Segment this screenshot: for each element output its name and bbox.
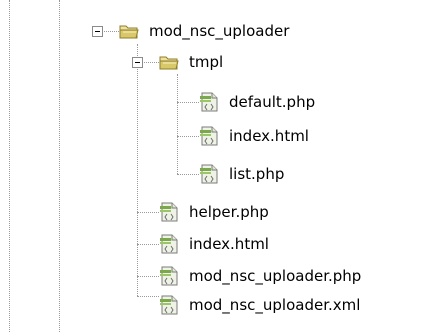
php-file-icon	[160, 295, 178, 315]
tree-node-file[interactable]: mod_nsc_uploader.xml	[158, 292, 360, 318]
tree-node-label: index.html	[189, 235, 269, 253]
php-file-icon	[160, 234, 178, 254]
tree-node-label: default.php	[229, 93, 316, 111]
tree-connector	[177, 102, 199, 103]
tree-connector	[137, 296, 159, 297]
tree-node-label: mod_nsc_uploader.xml	[189, 296, 361, 314]
tree-node-label: list.php	[229, 165, 285, 183]
tree-node-label: mod_nsc_uploader.php	[189, 267, 362, 285]
php-file-icon	[160, 266, 178, 286]
tree-connector	[177, 136, 199, 137]
tree-node-tmpl[interactable]: tmpl	[158, 49, 223, 75]
tree-connector	[137, 212, 159, 213]
tree-node-label: index.html	[229, 127, 309, 145]
php-file-icon	[200, 164, 218, 184]
tree-node-file[interactable]: default.php	[198, 89, 315, 115]
tree-node-file[interactable]: mod_nsc_uploader.php	[158, 263, 361, 289]
tree-guide-line	[59, 0, 60, 332]
collapse-toggle-tmpl[interactable]	[132, 57, 143, 68]
tree-connector	[137, 44, 138, 296]
open-folder-icon	[119, 25, 139, 39]
tree-node-file[interactable]: index.html	[158, 231, 269, 257]
tree-node-file[interactable]: helper.php	[158, 199, 269, 225]
tree-node-label: helper.php	[189, 203, 269, 221]
tree-connector	[177, 174, 199, 175]
tree-node-mod-nsc-uploader[interactable]: mod_nsc_uploader	[118, 18, 289, 44]
tree-node-label: tmpl	[189, 53, 224, 71]
file-tree: mod_nsc_uploader tmpl default.php index.…	[0, 0, 441, 332]
open-folder-icon	[159, 56, 179, 70]
php-file-icon	[200, 126, 218, 146]
tree-connector	[137, 276, 159, 277]
collapse-toggle-mod-nsc-uploader[interactable]	[92, 26, 103, 37]
tree-node-file[interactable]: list.php	[198, 161, 284, 187]
tree-connector	[137, 244, 159, 245]
tree-guide-line	[9, 0, 10, 332]
tree-node-label: mod_nsc_uploader	[149, 22, 290, 40]
tree-node-file[interactable]: index.html	[198, 123, 309, 149]
tree-connector	[177, 74, 178, 174]
php-file-icon	[200, 92, 218, 112]
php-file-icon	[160, 202, 178, 222]
